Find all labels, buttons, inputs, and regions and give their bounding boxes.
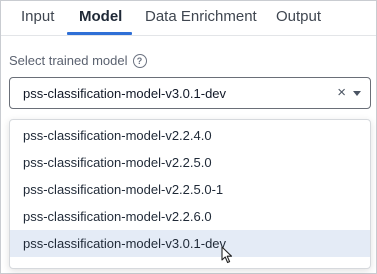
tab-data-enrichment[interactable]: Data Enrichment <box>145 1 257 35</box>
close-icon[interactable]: × <box>337 78 346 108</box>
tab-output[interactable]: Output <box>276 1 321 35</box>
tab-input[interactable]: Input <box>21 1 54 35</box>
tab-model[interactable]: Model <box>79 1 122 35</box>
active-tab-indicator <box>67 32 132 35</box>
dropdown-option[interactable]: pss-classification-model-v2.2.5.0-1 <box>10 176 370 203</box>
model-select-value: pss-classification-model-v3.0.1-dev <box>23 86 227 101</box>
model-select[interactable]: pss-classification-model-v3.0.1-dev × <box>9 77 371 109</box>
mouse-pointer-icon <box>221 246 233 264</box>
dropdown-option-selected[interactable]: pss-classification-model-v3.0.1-dev <box>10 230 370 257</box>
dropdown-option[interactable]: pss-classification-model-v2.2.6.0 <box>10 203 370 230</box>
select-model-label: Select trained model ? <box>9 53 147 68</box>
tab-bar: Input Model Data Enrichment Output <box>1 1 376 36</box>
help-circle-icon[interactable]: ? <box>132 53 147 68</box>
caret-down-icon[interactable] <box>353 91 361 96</box>
panel: Input Model Data Enrichment Output Selec… <box>0 0 377 274</box>
dropdown-option[interactable]: pss-classification-model-v2.2.5.0 <box>10 149 370 176</box>
model-dropdown-list: pss-classification-model-v2.2.4.0 pss-cl… <box>9 119 371 269</box>
dropdown-option[interactable]: pss-classification-model-v2.2.4.0 <box>10 122 370 149</box>
select-model-label-text: Select trained model <box>9 53 128 68</box>
